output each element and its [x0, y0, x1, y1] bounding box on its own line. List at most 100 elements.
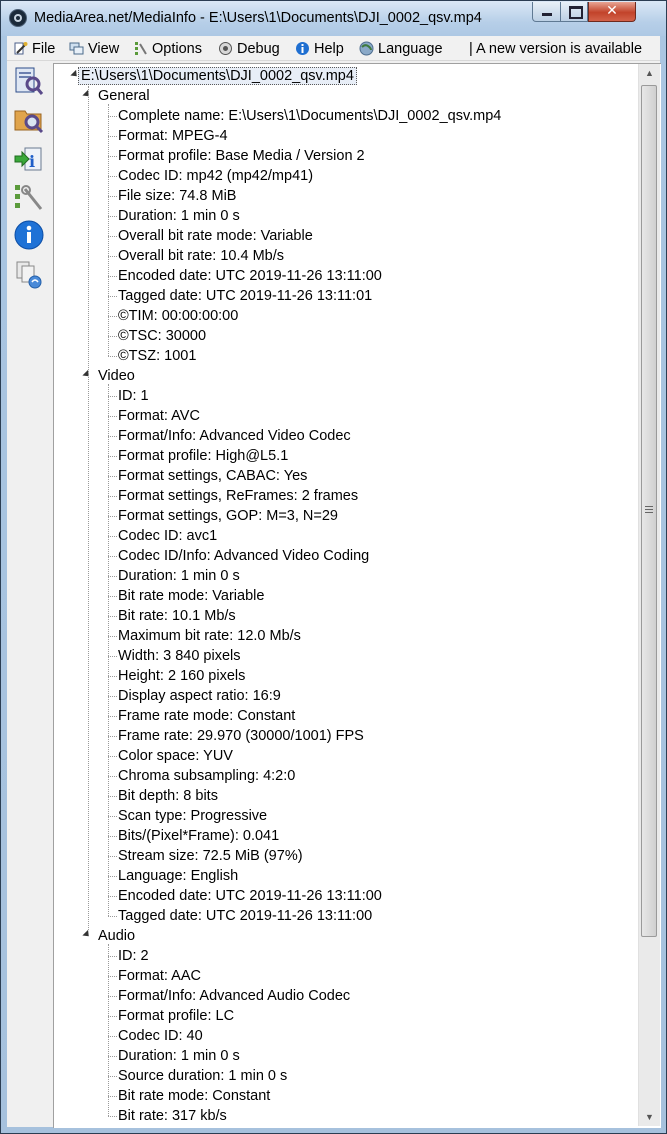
tree-entry[interactable]: Stream size: 72.5 MiB (97%)	[118, 846, 303, 866]
tree-entry[interactable]: Format: AVC	[118, 406, 200, 426]
tree-entry[interactable]: Chroma subsampling: 4:2:0	[118, 766, 295, 786]
tree-connector	[108, 1036, 117, 1037]
tree-entry[interactable]: Format: MPEG-4	[118, 126, 228, 146]
tree-entry[interactable]: Format profile: Base Media / Version 2	[118, 146, 365, 166]
tree-entry[interactable]: Bits/(Pixel*Frame): 0.041	[118, 826, 279, 846]
scroll-thumb[interactable]	[641, 85, 657, 937]
tree-connector	[108, 336, 117, 337]
tree-entry[interactable]: Format profile: LC	[118, 1006, 234, 1026]
tree-entry[interactable]: Tagged date: UTC 2019-11-26 13:11:01	[118, 286, 372, 306]
tree-entry[interactable]: Codec ID: avc1	[118, 526, 217, 546]
tree-entry[interactable]: Source duration: 1 min 0 s	[118, 1066, 287, 1086]
tree-entry[interactable]: ID: 1	[118, 386, 149, 406]
tree-entry-label: ID: 1	[118, 388, 149, 404]
tree-entry[interactable]: File size: 74.8 MiB	[118, 186, 236, 206]
tree-entry[interactable]: Language: English	[118, 866, 238, 886]
tree-entry[interactable]: Tagged date: UTC 2019-11-26 13:11:00	[118, 906, 372, 926]
tree-entry[interactable]: Bit rate: 317 kb/s	[118, 1106, 227, 1126]
tree-entry[interactable]: Complete name: E:\Users\1\Documents\DJI_…	[118, 106, 501, 126]
tree-entry[interactable]: Bit depth: 8 bits	[118, 786, 218, 806]
scroll-down-arrow[interactable]: ▼	[639, 1108, 660, 1126]
tree-entry[interactable]: Bit rate mode: Constant	[118, 1086, 270, 1106]
export-info-icon: i	[14, 147, 42, 171]
tree-entry[interactable]: Duration: 1 min 0 s	[118, 1046, 240, 1066]
tree-entry[interactable]: Bit rate mode: Variable	[118, 586, 264, 606]
tree-entry-label: Language: English	[118, 868, 239, 884]
open-folder-icon	[14, 110, 44, 134]
tree-entry[interactable]: Frame rate mode: Constant	[118, 706, 295, 726]
preferences-button[interactable]	[13, 181, 45, 213]
minimize-button[interactable]	[532, 2, 561, 22]
tree-entry[interactable]: Display aspect ratio: 16:9	[118, 686, 281, 706]
scroll-up-arrow[interactable]: ▲	[639, 64, 660, 82]
tree-entry-label: Bit rate: 10.1 Mb/s	[118, 608, 236, 624]
tree-entry[interactable]: Maximum bit rate: 12.0 Mb/s	[118, 626, 301, 646]
tree-entry[interactable]: Format settings, CABAC: Yes	[118, 466, 307, 486]
tree-entry[interactable]: Format profile: High@L5.1	[118, 446, 288, 466]
info-tree[interactable]: E:\Users\1\Documents\DJI_0002_qsv.mp4 Gen…	[54, 64, 636, 1126]
tree-connector	[108, 996, 117, 997]
tree-entry-label: Codec ID: 40	[118, 1028, 203, 1044]
tree-entry[interactable]: ID: 2	[118, 946, 149, 966]
tree-entry[interactable]: Bit rate: 10.1 Mb/s	[118, 606, 236, 626]
tree-entry[interactable]: Height: 2 160 pixels	[118, 666, 245, 686]
tree-entry[interactable]: Color space: YUV	[118, 746, 233, 766]
tree-entry[interactable]: Encoded date: UTC 2019-11-26 13:11:00	[118, 886, 382, 906]
tree-entry[interactable]: Codec ID: mp42 (mp42/mp41)	[118, 166, 313, 186]
tree-entry[interactable]: Duration: 1 min 0 s	[118, 206, 240, 226]
mediainfo-app-icon[interactable]	[9, 9, 27, 27]
tree-entry[interactable]: Scan type: Progressive	[118, 806, 267, 826]
window-title: MediaArea.net/MediaInfo - E:\Users\1\Doc…	[34, 10, 482, 26]
tree-entry[interactable]: Width: 3 840 pixels	[118, 646, 241, 666]
menu-debug-label: Debug	[237, 41, 280, 57]
tree-entry[interactable]: ©TSC: 30000	[118, 326, 206, 346]
tree-root-file[interactable]: E:\Users\1\Documents\DJI_0002_qsv.mp4	[78, 66, 357, 86]
tree-entry-label: Stream size: 72.5 MiB (97%)	[118, 848, 303, 864]
tree-entry[interactable]: Format settings, GOP: M=3, N=29	[118, 506, 338, 526]
tree-connector	[108, 1096, 117, 1097]
tree-entry[interactable]: Codec ID/Info: Advanced Video Coding	[118, 546, 369, 566]
maximize-icon	[569, 6, 583, 19]
section-general-label: General	[98, 88, 150, 104]
collapse-arrow-icon[interactable]	[82, 369, 92, 380]
tree-entry[interactable]: Codec ID: 40	[118, 1026, 203, 1046]
svg-text:i: i	[29, 152, 35, 171]
tree-entry[interactable]: Format settings, ReFrames: 2 frames	[118, 486, 358, 506]
collapse-arrow-icon[interactable]	[82, 929, 92, 940]
close-button[interactable]: ✕	[588, 2, 636, 22]
tree-entry[interactable]: Format/Info: Advanced Video Codec	[118, 426, 351, 446]
open-file-button[interactable]	[13, 65, 45, 97]
tree-entry[interactable]: ©TIM: 00:00:00:00	[118, 306, 238, 326]
tree-entry-label: Tagged date: UTC 2019-11-26 13:11:00	[118, 908, 373, 924]
close-icon: ✕	[606, 3, 618, 19]
tree-entry-label: Bit depth: 8 bits	[118, 788, 218, 804]
tree-connector	[108, 944, 109, 1116]
knowledge-base-button[interactable]	[13, 259, 45, 291]
open-folder-button[interactable]	[13, 103, 45, 135]
about-button[interactable]	[13, 219, 45, 251]
tree-entry-label: Bit rate mode: Variable	[118, 588, 265, 604]
tree-connector	[108, 196, 117, 197]
tree-entry[interactable]: Overall bit rate mode: Variable	[118, 226, 313, 246]
tree-entry[interactable]: Encoded date: UTC 2019-11-26 13:11:00	[118, 266, 382, 286]
section-general[interactable]: General	[98, 86, 150, 106]
export-info-button[interactable]: i	[13, 143, 45, 175]
client-area: i E:\Users\1\Documents\DJI_0002_qsv.mp4 …	[7, 61, 661, 1128]
tree-connector	[88, 86, 89, 930]
tree-entry[interactable]: Overall bit rate: 10.4 Mb/s	[118, 246, 284, 266]
tree-entry[interactable]: Duration: 1 min 0 s	[118, 566, 240, 586]
tree-entry[interactable]: ©TSZ: 1001	[118, 346, 196, 366]
collapse-arrow-icon[interactable]	[82, 89, 92, 100]
new-version-notice[interactable]: | A new version is available	[469, 40, 642, 58]
title-bar[interactable]: MediaArea.net/MediaInfo - E:\Users\1\Doc…	[1, 1, 666, 36]
maximize-button[interactable]	[561, 2, 588, 22]
tree-connector	[108, 696, 117, 697]
section-video[interactable]: Video	[98, 366, 135, 386]
tree-entry[interactable]: Format: AAC	[118, 966, 201, 986]
tree-connector	[108, 716, 117, 717]
vertical-scrollbar[interactable]: ▲ ▼	[638, 64, 660, 1126]
section-audio[interactable]: Audio	[98, 926, 135, 946]
tree-entry[interactable]: Format/Info: Advanced Audio Codec	[118, 986, 350, 1006]
tree-connector	[108, 176, 117, 177]
tree-entry[interactable]: Frame rate: 29.970 (30000/1001) FPS	[118, 726, 364, 746]
